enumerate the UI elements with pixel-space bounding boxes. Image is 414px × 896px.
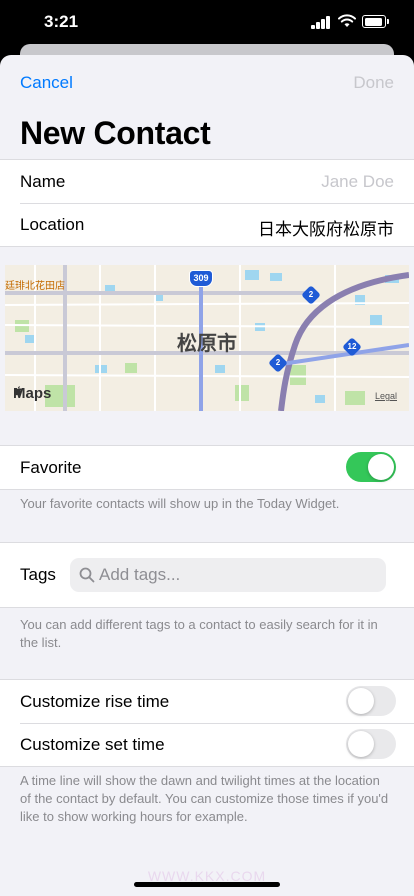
route-2-shield: 2 xyxy=(301,285,321,305)
favorite-footnote: Your favorite contacts will show up in t… xyxy=(20,496,340,511)
times-group: Customize rise time Customize set time xyxy=(0,679,414,767)
name-label: Name xyxy=(20,172,66,191)
set-time-toggle[interactable] xyxy=(346,729,396,759)
route-309-shield: 309 xyxy=(189,270,213,287)
location-label: Location xyxy=(20,215,85,234)
search-icon xyxy=(79,567,95,583)
route-12-shield: 12 xyxy=(342,337,362,357)
rise-time-toggle[interactable] xyxy=(346,686,396,716)
status-time: 3:21 xyxy=(44,12,79,31)
status-bar: 3:21 xyxy=(0,0,414,46)
route-2-shield-lower: 2 xyxy=(268,353,288,373)
location-map[interactable]: 廷琲北花田店 309 2 12 2 松原市 Maps Legal xyxy=(5,265,409,411)
apple-maps-logo: Maps xyxy=(13,385,52,402)
cellular-signal-icon xyxy=(311,16,331,29)
favorite-label: Favorite xyxy=(20,458,82,477)
set-time-label: Customize set time xyxy=(20,735,165,754)
map-city-label: 松原市 xyxy=(177,333,237,355)
tags-label: Tags xyxy=(20,565,56,584)
page-title: New Contact xyxy=(20,115,211,151)
set-time-row: Customize set time xyxy=(0,723,414,766)
wifi-icon xyxy=(338,14,356,27)
cancel-button[interactable]: Cancel xyxy=(20,73,73,93)
done-button[interactable]: Done xyxy=(353,73,394,93)
tags-footnote: You can add different tags to a contact … xyxy=(20,617,378,650)
tags-group: Tags xyxy=(0,542,414,608)
map-legal-link[interactable]: Legal xyxy=(375,391,397,401)
times-footnote: A time line will show the dawn and twili… xyxy=(20,773,389,824)
location-row[interactable]: Location 日本大阪府松原市 xyxy=(0,203,414,246)
new-contact-sheet: Cancel Done New Contact Name Location 日本… xyxy=(0,55,414,896)
battery-icon xyxy=(362,15,389,28)
map-station-label: 廷琲北花田店 xyxy=(5,281,65,292)
home-indicator[interactable] xyxy=(134,882,280,887)
favorite-toggle[interactable] xyxy=(346,452,396,482)
navigation-bar: Cancel Done xyxy=(0,55,414,107)
name-row[interactable]: Name xyxy=(0,160,414,203)
tags-search-field[interactable] xyxy=(70,558,386,592)
location-value[interactable]: 日本大阪府松原市 xyxy=(258,215,394,240)
name-field[interactable] xyxy=(274,172,394,192)
favorite-group: Favorite xyxy=(0,445,414,490)
rise-time-row: Customize rise time xyxy=(0,680,414,723)
rise-time-label: Customize rise time xyxy=(20,692,170,711)
favorite-row: Favorite xyxy=(0,446,414,489)
apple-logo-icon xyxy=(14,386,22,396)
tags-row: Tags xyxy=(0,543,414,607)
contact-fields-group: Name Location 日本大阪府松原市 xyxy=(0,159,414,247)
tags-input[interactable] xyxy=(99,558,369,592)
